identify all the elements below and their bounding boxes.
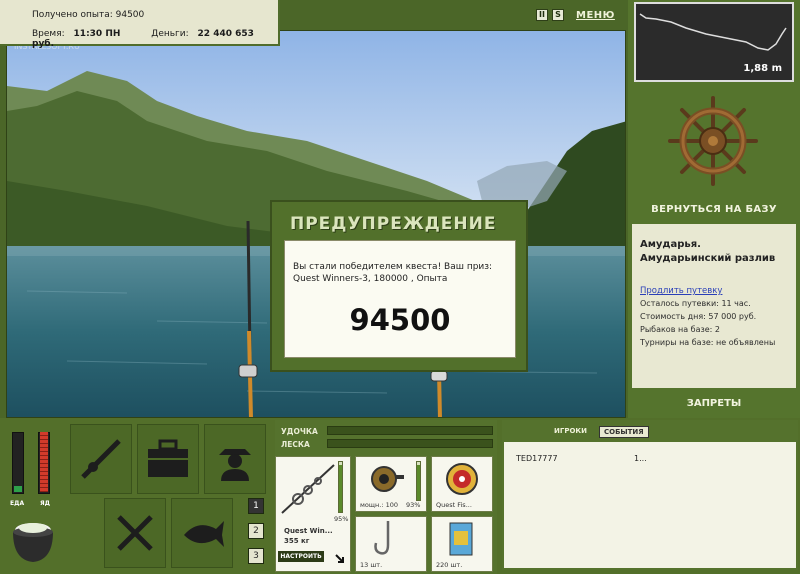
event-value: 1... <box>634 454 647 463</box>
money-label: Деньги: <box>151 29 189 39</box>
time-label: Время: <box>32 29 65 39</box>
game-screen: INSTALLSOFT.RU Получено опыта: 94500 Вре… <box>0 0 800 574</box>
poison-gauge <box>38 432 50 494</box>
list-item[interactable]: TED17777 1... <box>516 454 786 463</box>
menu-button[interactable]: МЕНЮ <box>576 10 615 21</box>
sound-button[interactable]: S <box>552 9 564 21</box>
bait-count: 220 шт. <box>436 561 463 569</box>
dialog-value: 94500 <box>349 303 451 337</box>
anglers-count: Рыбаков на базе: 2 <box>640 325 720 334</box>
return-to-base-button[interactable]: ВЕРНУТЬСЯ НА БАЗУ <box>628 204 800 215</box>
food-gauge <box>12 432 24 494</box>
depth-value: 1,88 m <box>743 63 782 74</box>
time-money-row: Время: 11:30 ПН Деньги: 22 440 653 руб. <box>32 29 278 49</box>
dialog-message: Вы стали победителем квеста! Ваш приз: Q… <box>293 262 493 284</box>
rod-percent: 95% <box>334 515 349 523</box>
rod-slot[interactable]: 95% Quest Win... 355 кг НАСТРОИТЬ <box>275 456 351 572</box>
events-list[interactable]: TED17777 1... <box>504 442 796 568</box>
tab-players[interactable]: ИГРОКИ <box>550 426 591 438</box>
reel-condition-bar <box>416 461 421 501</box>
rod-tension-bar <box>327 426 493 435</box>
depth-chart: 1,88 m <box>634 2 794 82</box>
status-panel: Получено опыта: 94500 Время: 11:30 ПН Де… <box>0 0 280 49</box>
line-tension-bar <box>327 439 493 448</box>
configure-button[interactable]: НАСТРОИТЬ <box>278 551 324 562</box>
event-player: TED17777 <box>516 454 558 463</box>
reel-slot[interactable]: мощн.: 100 93% <box>355 456 427 512</box>
food-tile[interactable] <box>104 498 166 568</box>
top-controls: II S МЕНЮ <box>536 6 615 24</box>
fish-tile[interactable] <box>171 498 233 568</box>
angler-tile[interactable] <box>204 424 266 494</box>
hook-slot[interactable]: 13 шт. <box>355 516 427 572</box>
tackle-box-icon <box>148 439 188 477</box>
pause-button[interactable]: II <box>536 9 548 21</box>
tackle-box-tile[interactable] <box>137 424 199 494</box>
reel-percent: 93% <box>406 501 421 509</box>
arrow-down-right-icon[interactable] <box>334 553 346 565</box>
reel-condition-fill <box>417 464 420 500</box>
dialog-title: ПРЕДУПРЕЖДЕНИЕ <box>290 214 497 234</box>
permit-remaining: Осталось путевки: 11 час. <box>640 299 751 308</box>
rod-name: Quest Win... <box>284 527 333 535</box>
lake-name: Амударья. <box>640 239 701 250</box>
experience-label: Получено опыта: <box>32 10 113 20</box>
food-level <box>14 486 22 492</box>
fish-icon <box>184 521 224 547</box>
bait-pack-icon <box>449 522 473 556</box>
experience-value: 94500 <box>115 10 145 20</box>
renew-permit-link[interactable]: Продлить путевку <box>640 286 790 296</box>
poison-label: ЯД <box>40 500 50 507</box>
events-tabs: ИГРОКИ СОБЫТИЯ <box>550 426 649 438</box>
events-panel: ИГРОКИ СОБЫТИЯ TED17777 1... <box>502 420 798 570</box>
rod-tension-label: УДОЧКА <box>281 427 318 436</box>
rod-condition-bar <box>338 461 343 513</box>
day-cost: Стоимость дня: 57 000 руб. <box>640 312 757 321</box>
reel-power: мощн.: 100 <box>360 501 398 509</box>
rods-tile[interactable] <box>70 424 132 494</box>
tackle-panel: УДОЧКА ЛЕСКА 95% Quest Win... 355 кг НАС… <box>275 420 497 574</box>
line-spool-icon <box>446 463 478 495</box>
needs-gauges: ЕДА ЯД <box>4 424 64 508</box>
right-panel: 1,88 m ВЕРНУТЬСЯ НА БАЗУ Амударья. Амуда… <box>628 0 800 418</box>
page-button-3[interactable]: 3 <box>248 548 264 564</box>
hook-count: 13 шт. <box>360 561 383 569</box>
bans-button[interactable]: ЗАПРЕТЫ <box>628 398 800 409</box>
page-button-2[interactable]: 2 <box>248 523 264 539</box>
reel-icon <box>371 466 404 492</box>
base-info-panel: Амударья. Амударьинский разлив Продлить … <box>632 224 796 388</box>
tournaments-info: Турниры на базе: не объявлены <box>640 338 776 347</box>
line-name: Quest Fis... <box>436 501 472 509</box>
bait-slot[interactable]: 220 шт. <box>431 516 493 572</box>
money-value: 22 440 653 руб. <box>32 29 254 49</box>
page-button-1[interactable]: 1 <box>248 498 264 514</box>
rod-condition-fill <box>339 464 342 512</box>
dialog-body: Вы стали победителем квеста! Ваш приз: Q… <box>284 240 516 358</box>
experience-row: Получено опыта: 94500 <box>32 10 144 20</box>
hook-icon <box>374 521 390 555</box>
spot-name: Амударьинский разлив <box>640 253 776 264</box>
cauldron-icon[interactable] <box>8 510 58 566</box>
tab-events[interactable]: СОБЫТИЯ <box>598 426 649 438</box>
warning-dialog[interactable]: ПРЕДУПРЕЖДЕНИЕ Вы стали победителем квес… <box>270 200 528 372</box>
line-tension-label: ЛЕСКА <box>281 440 310 449</box>
rod-reel-icon <box>281 464 335 514</box>
cutlery-icon <box>117 515 153 551</box>
time-value: 11:30 ПН <box>73 29 121 39</box>
rod-weight: 355 кг <box>284 537 310 545</box>
poison-level <box>40 432 48 492</box>
food-label: ЕДА <box>10 500 25 507</box>
ship-wheel-icon[interactable] <box>668 96 758 186</box>
line-slot[interactable]: Quest Fis... <box>431 456 493 512</box>
rod-icon <box>81 439 121 479</box>
angler-icon <box>219 449 251 481</box>
